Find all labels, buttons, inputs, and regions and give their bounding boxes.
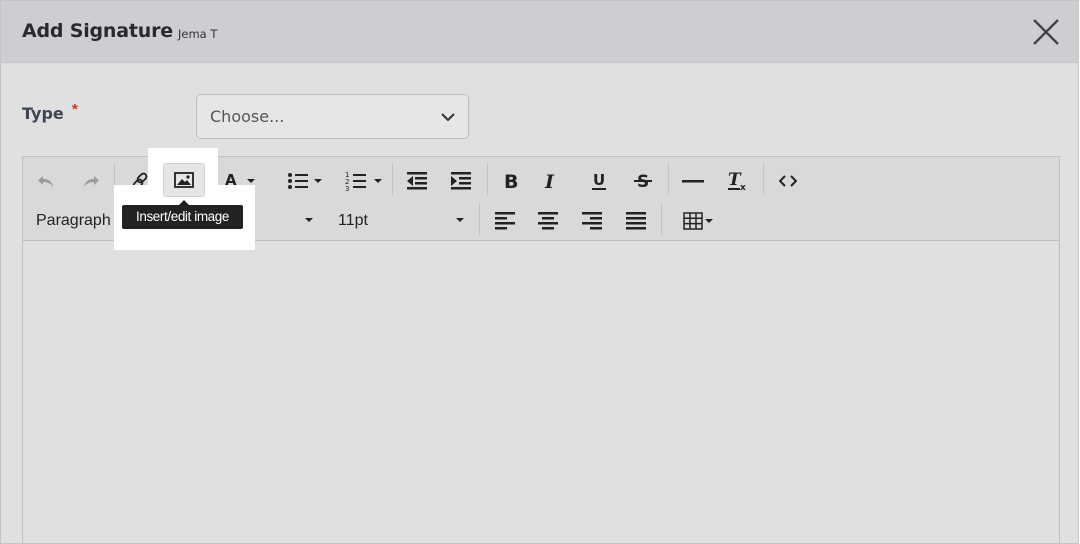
svg-text:x: x xyxy=(740,183,746,192)
image-icon xyxy=(174,172,194,188)
tooltip: Insert/edit image xyxy=(122,205,243,229)
align-left-button[interactable] xyxy=(491,207,519,235)
bold-icon: B xyxy=(504,171,518,191)
source-code-button[interactable] xyxy=(774,167,802,195)
svg-text:U: U xyxy=(593,171,605,189)
bullet-list-icon xyxy=(288,173,308,189)
table-icon xyxy=(683,212,703,230)
outdent-button[interactable] xyxy=(403,167,431,195)
numbered-list-icon: 1 2 3 xyxy=(345,171,366,192)
redo-button[interactable] xyxy=(78,167,104,195)
italic-button[interactable]: I xyxy=(538,167,566,195)
align-justify-icon xyxy=(626,212,646,230)
toolbar-separator xyxy=(392,163,393,195)
table-button[interactable] xyxy=(673,207,713,235)
dialog-title: Add Signature xyxy=(22,20,173,42)
align-right-button[interactable] xyxy=(578,207,606,235)
outdent-icon xyxy=(407,172,427,190)
strikethrough-icon: S xyxy=(634,172,652,191)
source-code-icon xyxy=(779,175,797,187)
bullet-list-button[interactable] xyxy=(278,167,322,195)
strikethrough-button[interactable]: S xyxy=(629,167,657,195)
add-signature-dialog: Add Signature Jema T Type * Choose... A … xyxy=(0,0,1079,544)
type-select-value: Choose... xyxy=(210,107,285,126)
svg-text:B: B xyxy=(504,171,518,191)
chevron-down-icon xyxy=(441,113,455,122)
dialog-subtitle: Jema T xyxy=(178,27,218,41)
clear-formatting-button[interactable]: T x xyxy=(723,167,751,195)
clear-formatting-icon: T x xyxy=(728,170,746,192)
align-center-button[interactable] xyxy=(534,207,562,235)
align-justify-button[interactable] xyxy=(622,207,650,235)
dropdown-caret-icon xyxy=(705,219,713,223)
indent-icon xyxy=(451,172,471,190)
dropdown-caret-icon xyxy=(247,179,255,183)
block-format-select[interactable]: Paragraph xyxy=(36,212,111,230)
align-right-icon xyxy=(582,212,602,230)
toolbar-separator xyxy=(668,163,669,195)
toolbar-separator xyxy=(763,163,764,195)
toolbar-separator xyxy=(487,163,488,195)
insert-image-button[interactable] xyxy=(163,163,205,197)
horizontal-line-button[interactable] xyxy=(679,167,707,195)
numbered-list-button[interactable]: 1 2 3 xyxy=(334,167,382,195)
horizontal-line-icon xyxy=(682,180,704,183)
dropdown-caret-icon xyxy=(314,179,322,183)
undo-button[interactable] xyxy=(33,167,59,195)
dropdown-caret-icon xyxy=(456,218,464,222)
svg-text:3: 3 xyxy=(345,185,349,192)
align-center-icon xyxy=(538,212,558,230)
type-label: Type xyxy=(22,104,64,123)
close-icon xyxy=(1033,19,1059,45)
required-indicator: * xyxy=(72,101,78,118)
close-button[interactable] xyxy=(1031,17,1061,47)
italic-icon: I xyxy=(544,171,555,191)
toolbar-separator xyxy=(479,203,480,235)
dropdown-caret-icon xyxy=(305,218,313,222)
underline-button[interactable]: U xyxy=(585,167,613,195)
indent-button[interactable] xyxy=(447,167,475,195)
editor-content-area[interactable] xyxy=(23,241,1060,543)
bold-button[interactable]: B xyxy=(497,167,525,195)
dialog-header: Add Signature Jema T xyxy=(1,1,1078,63)
underline-icon: U xyxy=(592,171,606,190)
dropdown-caret-icon xyxy=(374,179,382,183)
toolbar-separator xyxy=(661,203,662,235)
undo-icon xyxy=(38,176,53,187)
type-select[interactable]: Choose... xyxy=(196,94,469,139)
svg-text:I: I xyxy=(544,171,555,191)
align-left-icon xyxy=(495,212,515,230)
font-size-select[interactable]: 11pt xyxy=(338,212,368,230)
redo-icon xyxy=(84,176,99,187)
